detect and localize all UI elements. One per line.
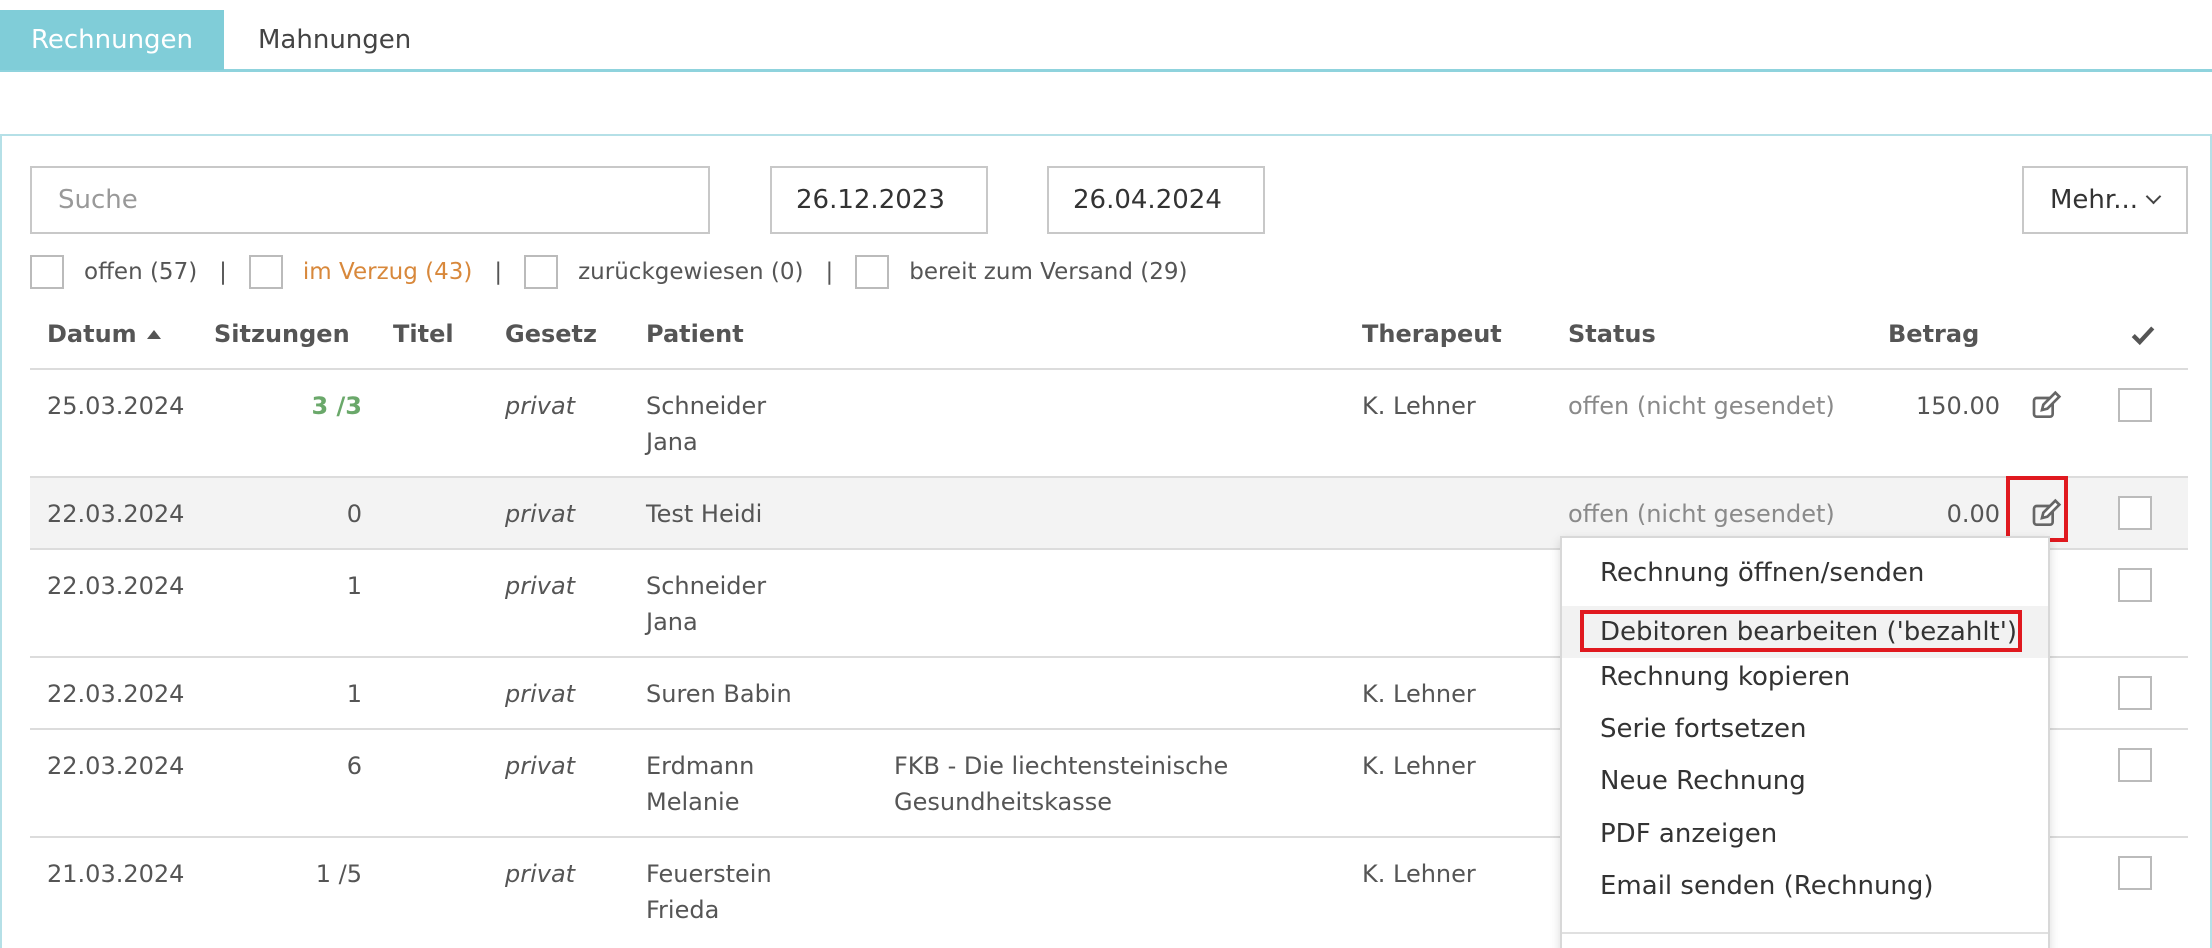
- row-amount: 150.00: [1916, 392, 2000, 420]
- row-law: privat: [505, 500, 576, 528]
- filter-open-label: offen (57): [84, 259, 198, 285]
- column-header-law[interactable]: Gesetz: [505, 320, 597, 348]
- filter-open-checkbox[interactable]: [30, 255, 64, 289]
- edit-icon-highlight: [2006, 476, 2068, 542]
- row-therapist: K. Lehner: [1362, 392, 1476, 420]
- column-header-date[interactable]: Datum: [47, 320, 161, 348]
- row-select-checkbox[interactable]: [2118, 568, 2152, 602]
- filter-separator: |: [825, 259, 834, 285]
- table-row[interactable]: 25.03.2024 3 /3 privat Schneider Jana K.…: [30, 370, 2188, 478]
- tab-mahnungen[interactable]: Mahnungen: [228, 10, 441, 70]
- status-filters: offen (57) | im Verzug (43) | zurückgewi…: [30, 254, 1210, 290]
- chevron-down-icon: [2145, 188, 2162, 205]
- invoice-actions-menu: Rechnung öffnen/senden Debitoren bearbei…: [1560, 536, 2050, 948]
- column-header-sessions[interactable]: Sitzungen: [214, 320, 350, 348]
- tab-rechnungen[interactable]: Rechnungen: [0, 10, 224, 70]
- row-date: 22.03.2024: [47, 500, 185, 528]
- filter-overdue-checkbox[interactable]: [248, 255, 283, 289]
- row-therapist: K. Lehner: [1362, 752, 1476, 780]
- filter-ready-label: bereit zum Versand (29): [909, 259, 1188, 285]
- row-insurer: FKB - Die liechtensteinische Gesundheits…: [894, 752, 1229, 816]
- menu-item-send-email[interactable]: Email senden (Rechnung): [1600, 871, 1934, 901]
- row-law: privat: [505, 680, 576, 708]
- row-therapist: K. Lehner: [1362, 860, 1476, 888]
- menu-item-show-pdf[interactable]: PDF anzeigen: [1600, 819, 1777, 849]
- edit-icon[interactable]: [2030, 390, 2062, 422]
- row-sessions: 3 /3: [311, 392, 362, 420]
- more-button[interactable]: Mehr...: [2022, 166, 2188, 234]
- row-select-checkbox[interactable]: [2118, 748, 2152, 782]
- checkmark-icon[interactable]: [2130, 322, 2156, 348]
- row-date: 22.03.2024: [47, 680, 185, 708]
- date-to-input[interactable]: 26.04.2024: [1047, 166, 1265, 234]
- row-select-checkbox[interactable]: [2118, 676, 2152, 710]
- filter-rejected-checkbox[interactable]: [524, 255, 559, 289]
- row-sessions: 6: [346, 752, 362, 780]
- row-law: privat: [505, 392, 576, 420]
- row-sessions: 1: [346, 680, 362, 708]
- row-date: 22.03.2024: [47, 572, 185, 600]
- row-sessions: 1 /5: [315, 860, 362, 888]
- row-patient: Schneider Jana: [646, 392, 767, 456]
- filter-ready-checkbox[interactable]: [855, 255, 890, 289]
- row-status: offen (nicht gesendet): [1568, 392, 1835, 420]
- filter-rejected-label: zurückgewiesen (0): [578, 259, 804, 285]
- filter-overdue-label: im Verzug (43): [302, 259, 473, 285]
- row-patient: Test Heidi: [646, 500, 763, 528]
- row-date: 21.03.2024: [47, 860, 185, 888]
- filter-separator: |: [494, 259, 503, 285]
- column-header-patient[interactable]: Patient: [646, 320, 744, 348]
- row-amount: 0.00: [1946, 500, 2000, 528]
- menu-item-open-send[interactable]: Rechnung öffnen/senden: [1600, 558, 1924, 588]
- search-input[interactable]: Suche: [30, 166, 710, 234]
- date-from-input[interactable]: 26.12.2023: [770, 166, 988, 234]
- row-law: privat: [505, 752, 576, 780]
- column-header-amount[interactable]: Betrag: [1888, 320, 1979, 348]
- menu-item-highlight: [1580, 610, 2022, 652]
- row-law: privat: [505, 572, 576, 600]
- row-date: 25.03.2024: [47, 392, 185, 420]
- row-select-checkbox[interactable]: [2118, 388, 2152, 422]
- row-law: privat: [505, 860, 576, 888]
- row-patient: Suren Babin: [646, 680, 792, 708]
- row-therapist: K. Lehner: [1362, 680, 1476, 708]
- column-header-title[interactable]: Titel: [393, 320, 454, 348]
- column-header-date-label: Datum: [47, 320, 137, 348]
- row-sessions: 0: [346, 500, 362, 528]
- filter-separator: |: [219, 259, 227, 285]
- row-patient: Schneider Jana: [646, 572, 767, 636]
- row-select-checkbox[interactable]: [2118, 496, 2152, 530]
- row-status: offen (nicht gesendet): [1568, 500, 1835, 528]
- row-patient: Feuerstein Frieda: [646, 860, 772, 924]
- column-header-status[interactable]: Status: [1568, 320, 1656, 348]
- menu-item-new-invoice[interactable]: Neue Rechnung: [1600, 766, 1806, 796]
- more-button-label: Mehr...: [2050, 185, 2139, 215]
- row-patient: Erdmann Melanie: [646, 752, 755, 816]
- menu-item-copy-invoice[interactable]: Rechnung kopieren: [1600, 662, 1850, 692]
- row-sessions: 1: [346, 572, 362, 600]
- menu-item-continue-series[interactable]: Serie fortsetzen: [1600, 714, 1806, 744]
- sort-ascending-icon: [146, 330, 161, 339]
- row-date: 22.03.2024: [47, 752, 185, 780]
- menu-divider: [1562, 932, 2048, 934]
- tab-bar: Rechnungen Mahnungen: [0, 0, 2212, 72]
- row-select-checkbox[interactable]: [2118, 856, 2152, 890]
- column-header-therapist[interactable]: Therapeut: [1362, 320, 1502, 348]
